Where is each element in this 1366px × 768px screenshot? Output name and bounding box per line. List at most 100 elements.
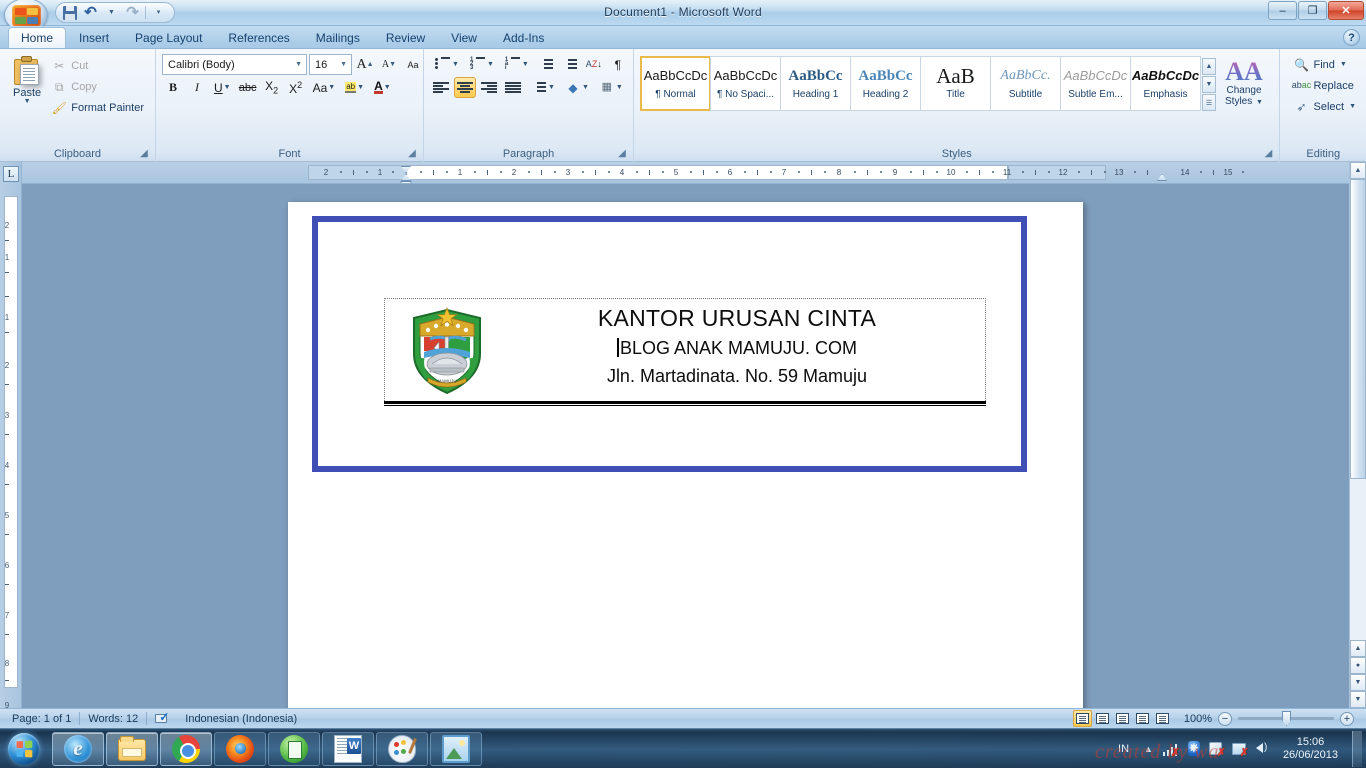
taskbar-item-internet-explorer[interactable] xyxy=(52,731,104,766)
styles-dialog-launcher[interactable]: ◢ xyxy=(1262,148,1274,160)
increase-indent-button[interactable] xyxy=(559,54,581,75)
zoom-level[interactable]: 100% xyxy=(1178,713,1212,725)
action-center-flag-icon[interactable]: ✗ xyxy=(1208,741,1226,758)
network-signal-icon[interactable]: ✗ xyxy=(1162,741,1180,758)
hanging-indent-marker[interactable] xyxy=(401,174,411,181)
style-item-normal[interactable]: AaBbCcDc ¶ Normal xyxy=(640,56,711,111)
grow-font-button[interactable]: A ▲ xyxy=(354,54,376,75)
document-page[interactable]: MAMUJU KANTOR URUSAN CINTA BLOG ANAK MAM… xyxy=(288,202,1083,708)
sort-button[interactable]: AZ↓ xyxy=(583,54,605,75)
style-item-heading-2[interactable]: AaBbCc Heading 2 xyxy=(850,56,921,111)
style-item-subtitle[interactable]: AaBbCc. Subtitle xyxy=(990,56,1061,111)
font-name-combo[interactable]: Calibri (Body) ▼ xyxy=(162,54,307,75)
taskbar-item-windows-explorer[interactable] xyxy=(106,731,158,766)
change-case-button[interactable]: Aa ▼ xyxy=(309,77,340,98)
scrollbar-track[interactable] xyxy=(1350,179,1366,640)
borders-button[interactable]: ▦ ▼ xyxy=(595,77,627,98)
font-dialog-launcher[interactable]: ◢ xyxy=(406,148,418,160)
tab-mailings[interactable]: Mailings xyxy=(303,27,373,48)
styles-more-button[interactable]: ☰ xyxy=(1202,94,1216,111)
line-spacing-button[interactable]: ▼ xyxy=(526,77,559,98)
zoom-slider-thumb[interactable] xyxy=(1282,711,1291,726)
bold-button[interactable]: B xyxy=(162,77,184,98)
next-page-button[interactable]: ▼ xyxy=(1350,674,1366,691)
document-canvas[interactable]: MAMUJU KANTOR URUSAN CINTA BLOG ANAK MAM… xyxy=(22,184,1349,708)
previous-page-button[interactable]: ▲ xyxy=(1350,640,1366,657)
scrollbar-thumb[interactable] xyxy=(1350,179,1366,479)
clipboard-dialog-launcher[interactable]: ◢ xyxy=(138,148,150,160)
show-desktop-button[interactable] xyxy=(1352,730,1362,767)
shrink-font-button[interactable]: A ▼ xyxy=(378,54,400,75)
zoom-slider-track[interactable] xyxy=(1238,711,1334,726)
vertical-ruler[interactable]: L 2 1 1 2 3 4 5 6 7 8 9 xyxy=(0,162,22,708)
restore-button[interactable]: ❐ xyxy=(1298,1,1327,20)
start-button[interactable] xyxy=(2,730,46,768)
find-button[interactable]: 🔍 Find ▼ xyxy=(1289,54,1350,75)
taskbar-item-microsoft-word[interactable] xyxy=(322,731,374,766)
multilevel-list-button[interactable]: 1 a i ▼ xyxy=(500,54,533,75)
numbering-button[interactable]: 1 2 3 ▼ xyxy=(465,54,498,75)
page-indicator[interactable]: Page: 1 of 1 xyxy=(4,710,79,728)
align-right-button[interactable] xyxy=(478,77,500,98)
view-full-screen-reading-button[interactable] xyxy=(1093,710,1112,727)
select-browse-object-button[interactable]: ● xyxy=(1350,657,1366,674)
first-line-indent-marker[interactable] xyxy=(401,166,411,173)
replace-button[interactable]: ab ac Replace xyxy=(1289,75,1357,96)
shading-button[interactable]: ◆ ▼ xyxy=(561,77,593,98)
network-status-icon[interactable]: ✗ xyxy=(1231,741,1249,758)
font-size-combo[interactable]: 16 ▼ xyxy=(309,54,352,75)
taskbar-item-photo-viewer[interactable] xyxy=(430,731,482,766)
taskbar-item-mozilla-firefox[interactable] xyxy=(214,731,266,766)
language-indicator[interactable]: Indonesian (Indonesia) xyxy=(177,710,305,728)
style-item-title[interactable]: AaB Title xyxy=(920,56,991,111)
right-indent-marker[interactable] xyxy=(1157,174,1167,181)
paragraph-dialog-launcher[interactable]: ◢ xyxy=(616,148,628,160)
taskbar-item-google-chrome[interactable] xyxy=(160,731,212,766)
style-item-heading-1[interactable]: AaBbCс Heading 1 xyxy=(780,56,851,111)
tab-insert[interactable]: Insert xyxy=(66,27,122,48)
tab-home[interactable]: Home xyxy=(8,27,67,48)
align-left-button[interactable] xyxy=(430,77,452,98)
underline-button[interactable]: U ▼ xyxy=(210,77,235,98)
word-count[interactable]: Words: 12 xyxy=(80,710,146,728)
header-text-lines[interactable]: KANTOR URUSAN CINTA BLOG ANAK MAMUJU. CO… xyxy=(495,303,979,390)
styles-scroll-up-button[interactable]: ▲ xyxy=(1202,58,1216,75)
volume-icon[interactable]: ) xyxy=(1254,741,1271,757)
clear-formatting-button[interactable]: Aa xyxy=(402,54,424,75)
help-button[interactable]: ? xyxy=(1343,29,1360,46)
minimize-button[interactable]: – xyxy=(1268,1,1297,20)
document-header-block[interactable]: MAMUJU KANTOR URUSAN CINTA BLOG ANAK MAM… xyxy=(384,298,986,403)
style-item-emphasis[interactable]: AaBbCcDc Emphasis xyxy=(1130,56,1201,111)
vertical-scrollbar[interactable]: ▲ ▲ ● ▼ ▼ xyxy=(1349,162,1366,708)
superscript-button[interactable]: X2 xyxy=(285,77,307,98)
taskbar-item-green-app[interactable] xyxy=(268,731,320,766)
change-styles-button[interactable]: AA Change Styles ▼ xyxy=(1216,56,1272,108)
view-web-layout-button[interactable] xyxy=(1113,710,1132,727)
show-formatting-marks-button[interactable]: ¶ xyxy=(607,54,629,75)
language-bar[interactable]: IN xyxy=(1112,743,1135,755)
tab-page-layout[interactable]: Page Layout xyxy=(122,27,215,48)
bullets-button[interactable]: ▼ xyxy=(430,54,463,75)
close-button[interactable]: ✕ xyxy=(1328,1,1364,20)
align-center-button[interactable] xyxy=(454,77,476,98)
font-color-button[interactable]: A ▼ xyxy=(370,77,395,98)
justify-button[interactable] xyxy=(502,77,524,98)
select-button[interactable]: ➶ Select ▼ xyxy=(1289,96,1360,117)
style-item-no-spacing[interactable]: AaBbCcDc ¶ No Spaci... xyxy=(710,56,781,111)
tab-view[interactable]: View xyxy=(438,27,490,48)
tab-review[interactable]: Review xyxy=(373,27,438,48)
styles-scroll-down-button[interactable]: ▼ xyxy=(1202,76,1216,93)
paste-button[interactable]: Paste ▼ xyxy=(6,54,48,105)
tab-references[interactable]: References xyxy=(215,27,302,48)
view-print-layout-button[interactable] xyxy=(1073,710,1092,727)
copy-button[interactable]: ⧉ Copy xyxy=(48,77,149,97)
cut-button[interactable]: ✂ Cut xyxy=(48,56,149,76)
subscript-button[interactable]: X2 xyxy=(261,77,283,98)
format-painter-button[interactable]: 🖌 Format Painter xyxy=(48,98,149,118)
style-item-subtle-emphasis[interactable]: AaBbCcDc Subtle Em... xyxy=(1060,56,1131,111)
proofing-status[interactable]: ✓ xyxy=(147,710,177,728)
text-highlight-button[interactable]: ab ▼ xyxy=(341,77,368,98)
horizontal-ruler[interactable]: 2 1 1 2 3 4 5 6 7 8 9 10 11 12 13 14 15 xyxy=(22,162,1349,184)
zoom-in-button[interactable]: + xyxy=(1340,711,1354,726)
decrease-indent-button[interactable] xyxy=(535,54,557,75)
